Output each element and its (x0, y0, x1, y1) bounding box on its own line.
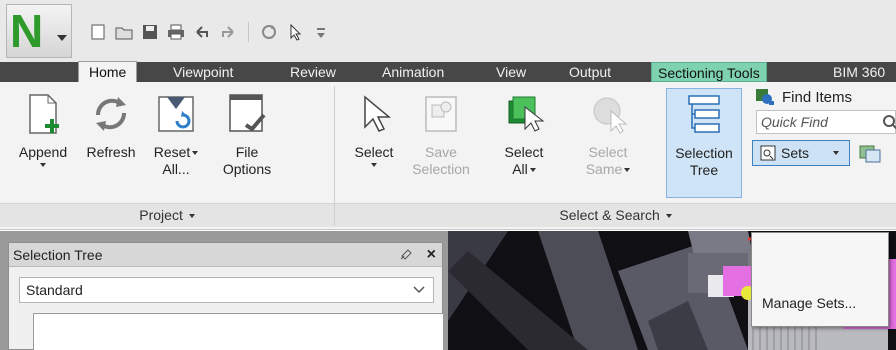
application-menu-button[interactable]: N (6, 4, 72, 58)
chevron-down-icon (833, 151, 839, 155)
tree-view-select[interactable]: Standard (19, 277, 434, 303)
tab-sectioning-tools[interactable]: Sectioning Tools (651, 62, 767, 82)
select-all-label-line2: All (512, 161, 528, 177)
selection-tree-button[interactable]: Selection Tree (666, 88, 742, 198)
ribbon-panel: Append Refresh Reset All... File Options… (0, 82, 896, 230)
select-search-group-label: Select & Search (559, 207, 660, 223)
ribbon-tabs: Home Viewpoint Review Animation View Out… (0, 61, 896, 83)
redo-icon[interactable] (218, 22, 238, 42)
refresh-icon[interactable] (259, 22, 279, 42)
open-folder-icon[interactable] (114, 22, 134, 42)
pin-icon[interactable] (398, 246, 414, 262)
chevron-down-icon (529, 168, 536, 173)
selection-tree-list[interactable] (33, 313, 443, 350)
chevron-down-icon (665, 214, 672, 219)
manage-sets-item[interactable]: Manage Sets... (762, 295, 856, 311)
app-logo: N (10, 5, 43, 57)
chevron-down-icon (624, 168, 631, 173)
save-selection-button[interactable]: Save Selection (410, 88, 472, 198)
file-options-label-line2: Options (222, 161, 272, 177)
reset-all-button[interactable]: Reset All... (145, 88, 207, 198)
tab-view[interactable]: View (496, 62, 526, 82)
toolbar-separator (248, 22, 249, 42)
print-icon[interactable] (166, 22, 186, 42)
quick-find-input[interactable]: Quick Find (756, 110, 896, 134)
select-same-label-line2: Same (585, 161, 623, 177)
tab-animation[interactable]: Animation (382, 62, 444, 82)
tab-review[interactable]: Review (290, 62, 336, 82)
sets-icon (760, 145, 776, 161)
chevron-down-icon (413, 286, 425, 294)
sets-tool-icon[interactable] (858, 142, 882, 164)
reset-all-label-line2: All... (162, 161, 190, 177)
refresh-label: Refresh (86, 144, 136, 160)
chevron-down-icon (371, 163, 377, 167)
file-options-button[interactable]: File Options (216, 88, 278, 198)
save-selection-label-line2: Selection (412, 161, 470, 177)
customize-icon[interactable] (311, 22, 331, 42)
select-label: Select (354, 144, 394, 160)
chevron-down-icon (188, 214, 195, 219)
file-options-label-line1: File (235, 144, 259, 160)
select-same-button[interactable]: Select Same (577, 88, 639, 198)
quick-access-toolbar (88, 20, 331, 44)
title-bar: N (0, 0, 896, 62)
tab-bim360[interactable]: BIM 360 (833, 62, 885, 82)
file-options-icon (223, 90, 271, 138)
selection-tree-label-line1: Selection (675, 145, 733, 161)
append-icon (19, 90, 67, 138)
reset-all-label-line1: Reset (153, 144, 191, 160)
find-items-button[interactable]: Find Items (754, 86, 896, 108)
tab-home[interactable]: Home (78, 61, 138, 83)
reset-all-icon (152, 90, 200, 138)
select-cursor-icon (350, 90, 398, 138)
select-same-label-line1: Select (588, 144, 628, 160)
select-same-icon (584, 90, 632, 138)
select-all-button[interactable]: Select All (493, 88, 555, 198)
chevron-down-icon (192, 151, 199, 156)
chevron-down-icon (40, 163, 46, 167)
undo-icon[interactable] (192, 22, 212, 42)
save-selection-icon (417, 90, 465, 138)
find-items-label: Find Items (782, 88, 853, 106)
sets-label: Sets (781, 145, 810, 161)
select-cursor-icon[interactable] (285, 22, 305, 42)
save-icon[interactable] (140, 22, 160, 42)
sets-dropdown-menu: Manage Sets... (751, 232, 889, 327)
panel-title: Selection Tree (13, 247, 103, 263)
save-selection-label-line1: Save (425, 144, 457, 160)
refresh-button[interactable]: Refresh (80, 88, 142, 198)
chevron-down-icon (57, 35, 67, 41)
search-icon[interactable] (881, 113, 896, 131)
project-group-bar[interactable]: Project (0, 203, 334, 227)
append-label: Append (18, 144, 68, 160)
tree-view-value: Standard (26, 282, 83, 298)
selection-tree-panel: Selection Tree × Standard (8, 242, 443, 350)
selection-tree-icon (680, 91, 728, 139)
close-icon[interactable]: × (427, 243, 436, 267)
select-all-label-line1: Select (504, 144, 544, 160)
append-button[interactable]: Append (12, 88, 74, 198)
tab-viewpoint[interactable]: Viewpoint (173, 62, 233, 82)
select-button[interactable]: Select (343, 88, 405, 198)
project-group-label: Project (139, 207, 183, 223)
new-file-icon[interactable] (88, 22, 108, 42)
tab-output[interactable]: Output (569, 62, 611, 82)
find-items-icon (756, 89, 774, 105)
panel-title-bar[interactable]: Selection Tree × (9, 243, 442, 267)
selection-tree-label-line2: Tree (689, 162, 719, 178)
select-search-group-bar[interactable]: Select & Search (335, 203, 896, 227)
quick-find-placeholder: Quick Find (761, 114, 828, 130)
select-all-icon (500, 90, 548, 138)
sets-dropdown-button[interactable]: Sets (752, 140, 850, 166)
refresh-icon (87, 90, 135, 138)
